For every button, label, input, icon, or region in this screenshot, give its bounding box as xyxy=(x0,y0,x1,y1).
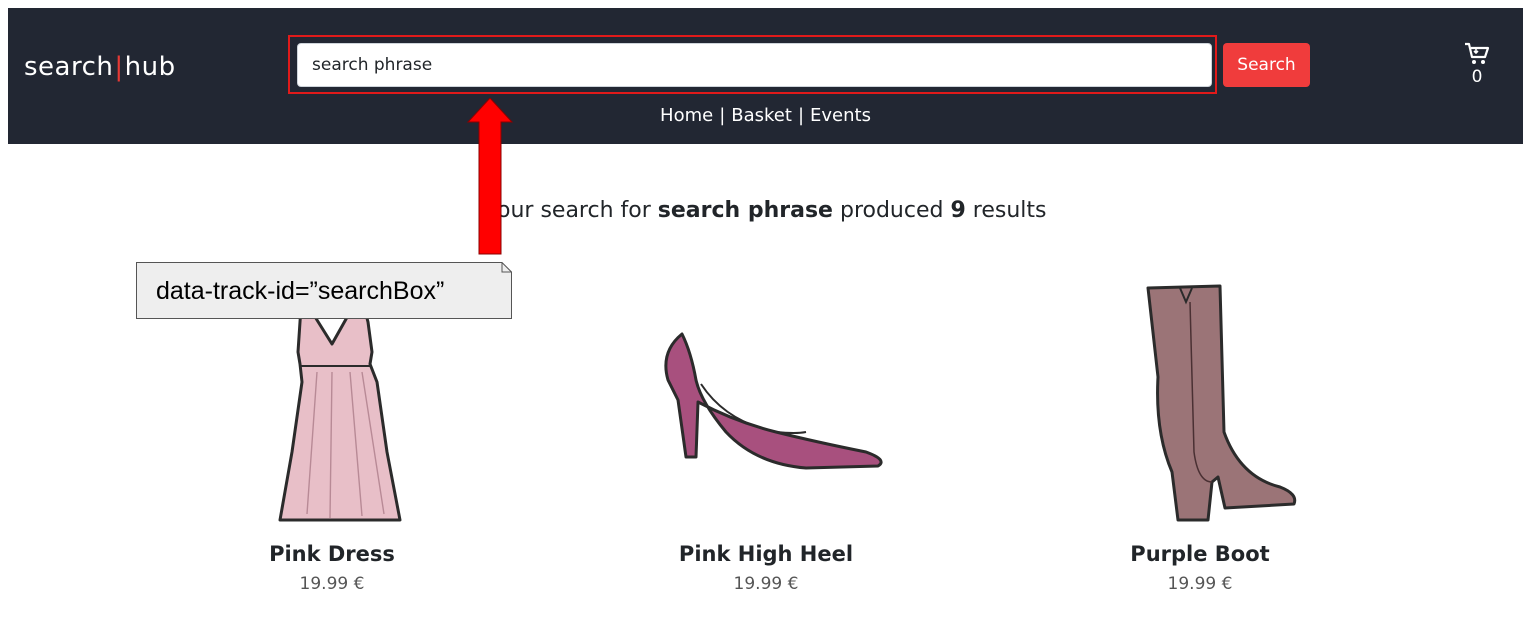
logo-text-left: search xyxy=(24,52,114,82)
search-input[interactable] xyxy=(297,43,1212,87)
nav-events-link[interactable]: Events xyxy=(810,105,871,126)
product-name[interactable]: Purple Boot xyxy=(1040,541,1360,567)
results-count: 9 xyxy=(950,198,966,223)
logo[interactable]: search|hub xyxy=(24,50,176,84)
results-query: search phrase xyxy=(657,198,833,223)
logo-text-right: hub xyxy=(124,52,176,82)
cart-button[interactable]: 0 xyxy=(1460,42,1494,86)
product-price: 19.99 € xyxy=(1167,574,1233,594)
cart-count: 0 xyxy=(1471,67,1483,87)
nav-home-link[interactable]: Home xyxy=(660,105,713,126)
product-price: 19.99 € xyxy=(733,574,799,594)
nav-basket-link[interactable]: Basket xyxy=(731,105,792,126)
results-summary: Your search for search phrase produced 9… xyxy=(0,197,1533,225)
product-name[interactable]: Pink Dress xyxy=(172,541,492,567)
boot-image[interactable] xyxy=(1040,282,1360,527)
product-card[interactable]: Pink Dress 19.99 € xyxy=(172,282,492,595)
product-price: 19.99 € xyxy=(299,574,365,594)
results-suffix: results xyxy=(972,198,1047,223)
product-card[interactable]: Pink High Heel 19.99 € xyxy=(606,282,926,595)
logo-separator: | xyxy=(114,52,124,82)
site-header: search|hub Search 0 Home|Basket|Events xyxy=(8,8,1523,144)
high-heel-image[interactable] xyxy=(606,282,926,527)
nav-separator: | xyxy=(719,105,726,126)
product-card[interactable]: Purple Boot 19.99 € xyxy=(1040,282,1360,595)
annotation-callout: data-track-id=”searchBox” xyxy=(136,262,512,319)
main-nav: Home | Basket | Events xyxy=(8,104,1523,128)
results-middle: produced xyxy=(839,198,944,223)
search-button[interactable]: Search xyxy=(1223,43,1310,87)
annotation-label: data-track-id=”searchBox” xyxy=(156,277,445,305)
product-name[interactable]: Pink High Heel xyxy=(606,541,926,567)
cart-icon xyxy=(1465,42,1490,64)
annotation-arrow xyxy=(466,98,514,255)
nav-separator: | xyxy=(797,105,805,126)
